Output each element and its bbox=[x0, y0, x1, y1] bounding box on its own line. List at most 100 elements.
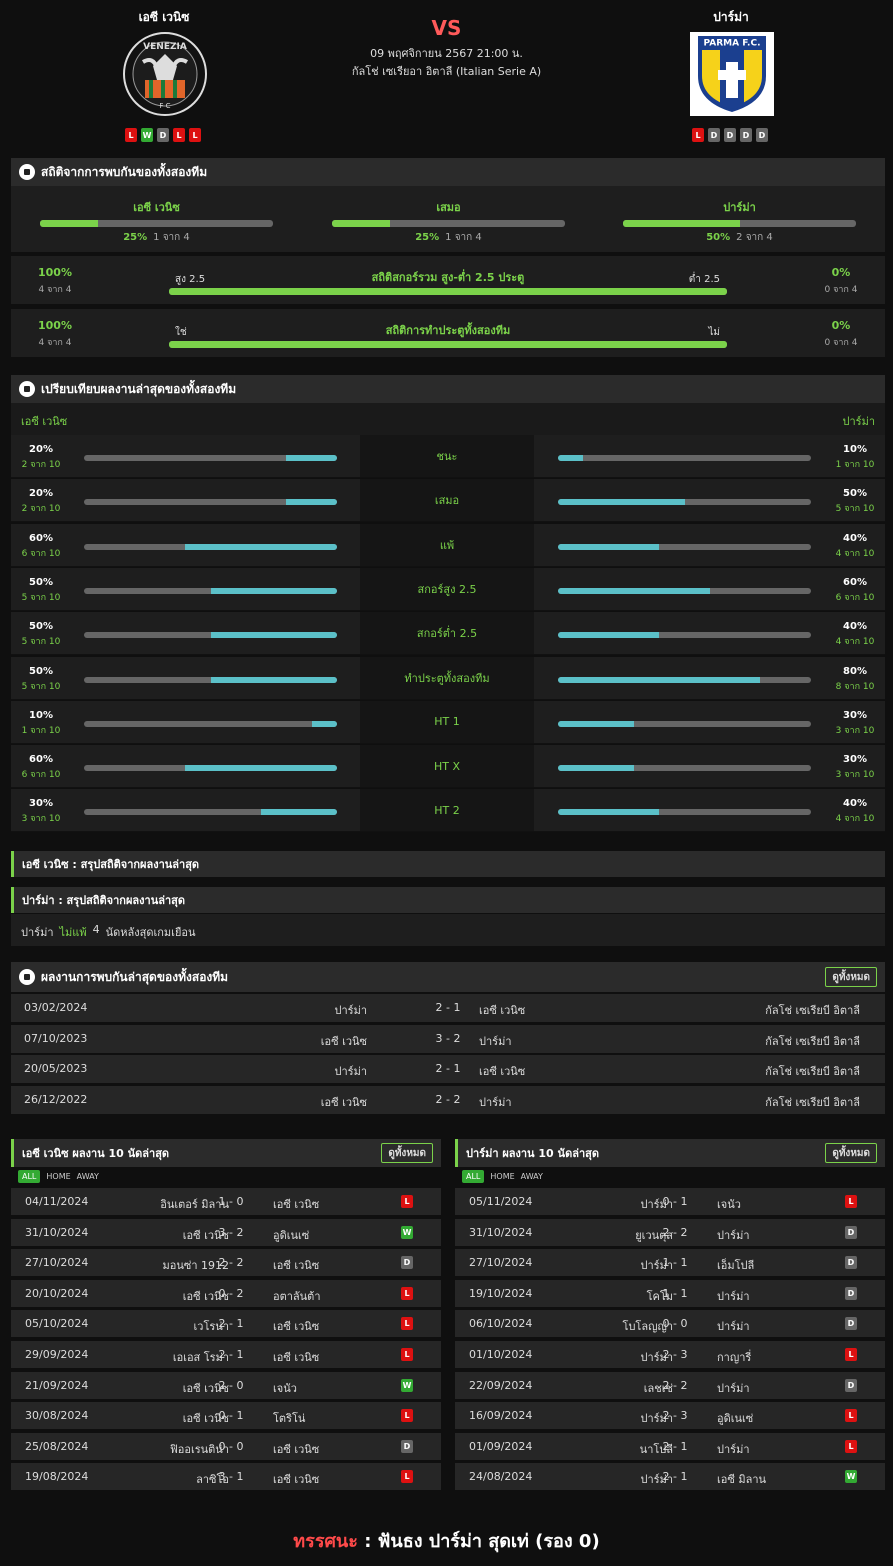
compare-away-pct: 60% bbox=[843, 576, 867, 588]
recent-match-row[interactable]: 27/10/2024 มอนซ่า 1912 2 - 2 เอซี เวนิซ D bbox=[11, 1249, 441, 1277]
compare-home-of: 2 จาก 10 bbox=[21, 460, 61, 470]
match-away: เอซี เวนิซ bbox=[273, 1259, 320, 1273]
recent-match-row[interactable]: 22/09/2024 เลชเช่ 2 - 2 ปาร์ม่า D bbox=[455, 1371, 885, 1399]
compare-away-pct: 30% bbox=[843, 709, 867, 721]
verdict-label: ทรรศนะ bbox=[293, 1531, 358, 1552]
compare-home-bar-fill bbox=[286, 499, 337, 506]
recent-match-row[interactable]: 31/10/2024 เอซี เวนิซ 3 - 2 อูดิเนเซ่ W bbox=[11, 1218, 441, 1246]
recent-match-row[interactable]: 01/09/2024 นาโปลี 2 - 1 ปาร์ม่า L bbox=[455, 1432, 885, 1460]
match-away: ปาร์ม่า bbox=[717, 1442, 750, 1456]
match-date: 25/08/2024 bbox=[25, 1439, 89, 1453]
compare-row: 10% 1 จาก 10 HT 1 30% 3 จาก 10 bbox=[11, 700, 885, 744]
compare-away-of: 6 จาก 10 bbox=[835, 592, 875, 603]
tab-all[interactable]: ALL bbox=[18, 1170, 41, 1183]
match-date: 30/08/2024 bbox=[25, 1409, 89, 1423]
h2h-match-row[interactable]: 20/05/2023 ปาร์ม่า 2 - 1 เอซี เวนิซ กัลโช่ เ… bbox=[11, 1055, 885, 1083]
match-score: 2 - 1 bbox=[218, 1348, 244, 1361]
compare-away-of: 3 จาก 10 bbox=[835, 725, 875, 736]
compare-away-bar bbox=[558, 765, 811, 772]
match-away: เอ็มโปลี bbox=[717, 1259, 755, 1273]
compare-away-bar bbox=[558, 720, 811, 727]
match-away: เอซี เวนิซ bbox=[273, 1198, 320, 1211]
recent-match-row[interactable]: 16/09/2024 ปาร์ม่า 2 - 3 อูดิเนเซ่ L bbox=[455, 1402, 885, 1430]
recent-match-row[interactable]: 30/08/2024 เอซี เวนิซ 0 - 1 โตริโน่ L bbox=[11, 1402, 441, 1430]
compare-away-stat: 60% 6 จาก 10 bbox=[825, 577, 885, 604]
away-team-name[interactable]: ปาร์ม่า bbox=[651, 8, 811, 27]
h2h-stat-bar bbox=[332, 220, 565, 227]
match-date: 21/09/2024 bbox=[25, 1378, 89, 1392]
summary-text: นัดหลังสุดเกมเยือน bbox=[105, 926, 196, 939]
tab-home[interactable]: HOME bbox=[490, 1172, 514, 1181]
ou-right-label: ต่ำ 2.5 bbox=[688, 274, 720, 285]
compare-away-bar bbox=[558, 809, 811, 816]
h2h-match-row[interactable]: 07/10/2023 เอซี เวนิซ 3 - 2 ปาร์ม่า กัลโช่ เ… bbox=[11, 1024, 885, 1053]
recent-match-row[interactable]: 06/10/2024 โบโลญญ่า 0 - 0 ปาร์ม่า D bbox=[455, 1310, 885, 1338]
recent-match-row[interactable]: 05/10/2024 เวโรน่า 2 - 1 เอซี เวนิซ L bbox=[11, 1310, 441, 1338]
btts-row: 100% 4 จาก 4 ใช่ สถิติการทำประตูทั้งสองที… bbox=[11, 309, 885, 357]
h2h-stat: เสมอ 25% 1 จาก 4 bbox=[332, 198, 565, 245]
home-form-badges: LWDLL bbox=[125, 128, 201, 142]
tab-away[interactable]: AWAY bbox=[521, 1172, 543, 1181]
recent-match-row[interactable]: 04/11/2024 อินเตอร์ มิลาน 1 - 0 เอซี เวนิซ L bbox=[11, 1188, 441, 1215]
recent-match-row[interactable]: 20/10/2024 เอซี เวนิซ 0 - 2 อตาลันต้า L bbox=[11, 1279, 441, 1307]
compare-row: 30% 3 จาก 10 HT 2 40% 4 จาก 10 bbox=[11, 789, 885, 833]
match-date: 06/10/2024 bbox=[469, 1317, 533, 1331]
tab-home[interactable]: HOME bbox=[46, 1172, 70, 1181]
compare-away-stat: 50% 5 จาก 10 bbox=[825, 488, 885, 515]
h2h-match-row[interactable]: 03/02/2024 ปาร์ม่า 2 - 1 เอซี เวนิซ กัลโช่ เ… bbox=[11, 994, 885, 1022]
home-summary-title: เอซี เวนิซ : สรุปสถิติจากผลงานล่าสุด bbox=[22, 858, 200, 871]
result-badge: D bbox=[845, 1317, 857, 1331]
match-score: 2 - 1 bbox=[662, 1439, 688, 1453]
compare-home-stat: 20% 2 จาก 10 bbox=[11, 488, 71, 515]
match-away: ปาร์ม่า bbox=[717, 1320, 750, 1334]
h2h-match-score: 3 - 2 bbox=[435, 1031, 461, 1045]
tab-away[interactable]: AWAY bbox=[77, 1172, 99, 1181]
compare-away-of: 5 จาก 10 bbox=[835, 504, 875, 515]
tab-all[interactable]: ALL bbox=[462, 1170, 485, 1183]
compare-home-bar bbox=[84, 632, 337, 639]
recent-match-row[interactable]: 19/08/2024 ลาซิโอ 3 - 1 เอซี เวนิซ L bbox=[11, 1463, 441, 1491]
recent-match-row[interactable]: 27/10/2024 ปาร์ม่า 1 - 1 เอ็มโปลี D bbox=[455, 1249, 885, 1277]
recent-match-row[interactable]: 21/09/2024 เอซี เวนิซ 2 - 0 เจนัว W bbox=[11, 1371, 441, 1399]
h2h-stat-values: 50% 2 จาก 4 bbox=[623, 230, 856, 245]
match-away: ปาร์ม่า bbox=[717, 1228, 750, 1242]
home_last-title: เอซี เวนิซ ผลงาน 10 นัดล่าสุด bbox=[22, 1147, 170, 1160]
h2h-stat-of: 1 จาก 4 bbox=[153, 232, 190, 243]
match-score: 2 - 3 bbox=[662, 1348, 688, 1361]
match-score: 2 - 0 bbox=[218, 1378, 244, 1392]
compare-away-of: 8 จาก 10 bbox=[835, 681, 875, 692]
h2h-match-row[interactable]: 26/12/2022 เอซี เวนิซ 2 - 2 ปาร์ม่า กัลโช่ เ… bbox=[11, 1085, 885, 1114]
h2h-stats-header: สถิติจากการพบกันของทั้งสองทีม bbox=[11, 158, 885, 186]
h2h-stat: ปาร์ม่า 50% 2 จาก 4 bbox=[623, 198, 856, 245]
h2h-match-league: กัลโช่ เซเรียบี อิตาลี bbox=[765, 1034, 860, 1048]
compare-row: 50% 5 จาก 10 ทำประตูทั้งสองทีม 80% 8 จาก 10 bbox=[11, 656, 885, 700]
parma-logo[interactable]: PARMA F.C. bbox=[690, 32, 774, 116]
recent-h2h-view-all-button[interactable]: ดูทั้งหมด bbox=[825, 967, 877, 987]
compare-title: เปรียบเทียบผลงานล่าสุดของทั้งสองทีม bbox=[41, 381, 237, 396]
compare-home-bar bbox=[84, 499, 337, 506]
h2h-match-away: ปาร์ม่า bbox=[479, 1034, 512, 1048]
h2h-stat-values: 25% 1 จาก 4 bbox=[40, 230, 273, 245]
recent-match-row[interactable]: 25/08/2024 ฟิออเรนติน่า 0 - 0 เอซี เวนิซ D bbox=[11, 1432, 441, 1460]
h2h-match-away: เอซี เวนิซ bbox=[479, 1065, 526, 1078]
h2h-match-away: ปาร์ม่า bbox=[479, 1095, 512, 1109]
result-badge: L bbox=[401, 1286, 413, 1300]
soccer-ball-icon bbox=[19, 381, 35, 397]
recent-match-row[interactable]: 05/11/2024 ปาร์ม่า 0 - 1 เจนัว L bbox=[455, 1188, 885, 1215]
recent-match-row[interactable]: 19/10/2024 โคโม 1 - 1 ปาร์ม่า D bbox=[455, 1279, 885, 1307]
recent-match-row[interactable]: 29/09/2024 เอเอส โรม่า 2 - 1 เอซี เวนิซ L bbox=[11, 1341, 441, 1368]
away_last-view-all-button[interactable]: ดูทั้งหมด bbox=[825, 1143, 877, 1163]
compare-home-pct: 60% bbox=[29, 754, 53, 766]
match-date: 31/10/2024 bbox=[469, 1225, 533, 1239]
btts-bar-fill bbox=[169, 341, 727, 348]
recent-match-row[interactable]: 01/10/2024 ปาร์ม่า 2 - 3 กาญารี่ L bbox=[455, 1341, 885, 1368]
compare-home-of: 2 จาก 10 bbox=[21, 504, 61, 515]
recent-match-row[interactable]: 24/08/2024 ปาร์ม่า 2 - 1 เอซี มิลาน W bbox=[455, 1463, 885, 1491]
recent-h2h-header: ผลงานการพบกันล่าสุดของทั้งสองทีม ดูทั้งห… bbox=[11, 962, 885, 992]
recent-match-row[interactable]: 31/10/2024 ยูเวนตุส 2 - 2 ปาร์ม่า D bbox=[455, 1218, 885, 1246]
home_last-view-all-button[interactable]: ดูทั้งหมด bbox=[381, 1143, 433, 1163]
match-date: 22/09/2024 bbox=[469, 1378, 533, 1392]
compare-away-bar-fill bbox=[558, 720, 634, 727]
result-badge: L bbox=[401, 1470, 413, 1484]
result-badge: D bbox=[845, 1225, 857, 1239]
